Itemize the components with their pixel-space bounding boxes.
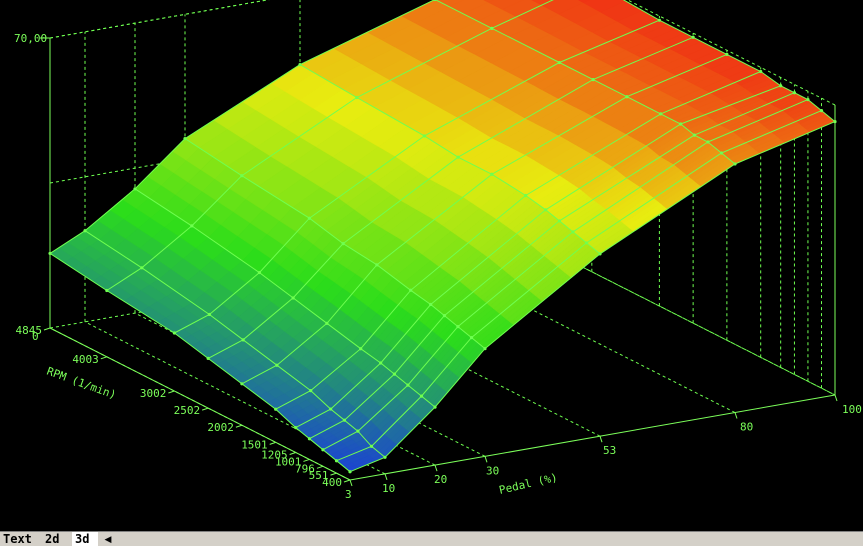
tab-3d[interactable]: 3d: [72, 532, 98, 546]
x-tick-label: 3: [345, 488, 352, 501]
view-tabbar: Text 2d 3d ◀: [0, 531, 863, 546]
surface-plot[interactable]: 70,00 0 Pedal (%) RPM (1/min) 3 102030538…: [0, 0, 863, 531]
x-tick-mark: [834, 394, 838, 402]
y-tick-mark: [289, 451, 296, 455]
scroll-left-icon[interactable]: ◀: [101, 532, 115, 546]
horizontal-scrollbar[interactable]: [116, 533, 861, 545]
y-axis-label: RPM (1/min): [45, 365, 118, 402]
x-tick-mark: [434, 464, 438, 472]
y-tick-label: 3002: [140, 387, 167, 400]
y-tick-mark: [343, 479, 351, 483]
x-tick-mark: [734, 412, 738, 419]
x-tick-label: 20: [434, 473, 447, 486]
y-tick-label: 2002: [207, 421, 234, 434]
x-tick-label: 10: [382, 482, 395, 495]
x-tick-label: 80: [740, 421, 753, 434]
x-tick-label: 100: [842, 403, 862, 416]
y-tick-label: 1501: [241, 438, 268, 451]
y-tick-mark: [303, 458, 310, 462]
y-tick-mark: [316, 465, 324, 469]
surface-mesh: [48, 0, 837, 474]
x-tick-mark: [349, 479, 353, 487]
tab-2d[interactable]: 2d: [42, 532, 70, 546]
y-tick-label: 4003: [72, 353, 99, 366]
y-tick-mark: [168, 390, 175, 394]
y-tick-label: 2502: [174, 404, 201, 417]
y-tick-mark: [269, 441, 276, 445]
x-tick-mark: [599, 436, 603, 443]
x-axis-label: Pedal (%): [498, 471, 559, 497]
y-tick-mark: [43, 327, 51, 331]
y-tick-label: 4845: [16, 324, 43, 337]
x-tick-mark: [484, 456, 488, 463]
tab-text[interactable]: Text: [0, 532, 38, 546]
y-tick-mark: [201, 407, 209, 411]
z-max-label: 70,00: [14, 32, 47, 45]
y-tick-mark: [100, 356, 107, 360]
y-tick-mark: [330, 472, 337, 476]
x-tick-label: 53: [603, 444, 616, 457]
y-tick-mark: [235, 424, 243, 428]
x-tick-mark: [384, 473, 388, 481]
x-tick-label: 30: [486, 464, 499, 477]
